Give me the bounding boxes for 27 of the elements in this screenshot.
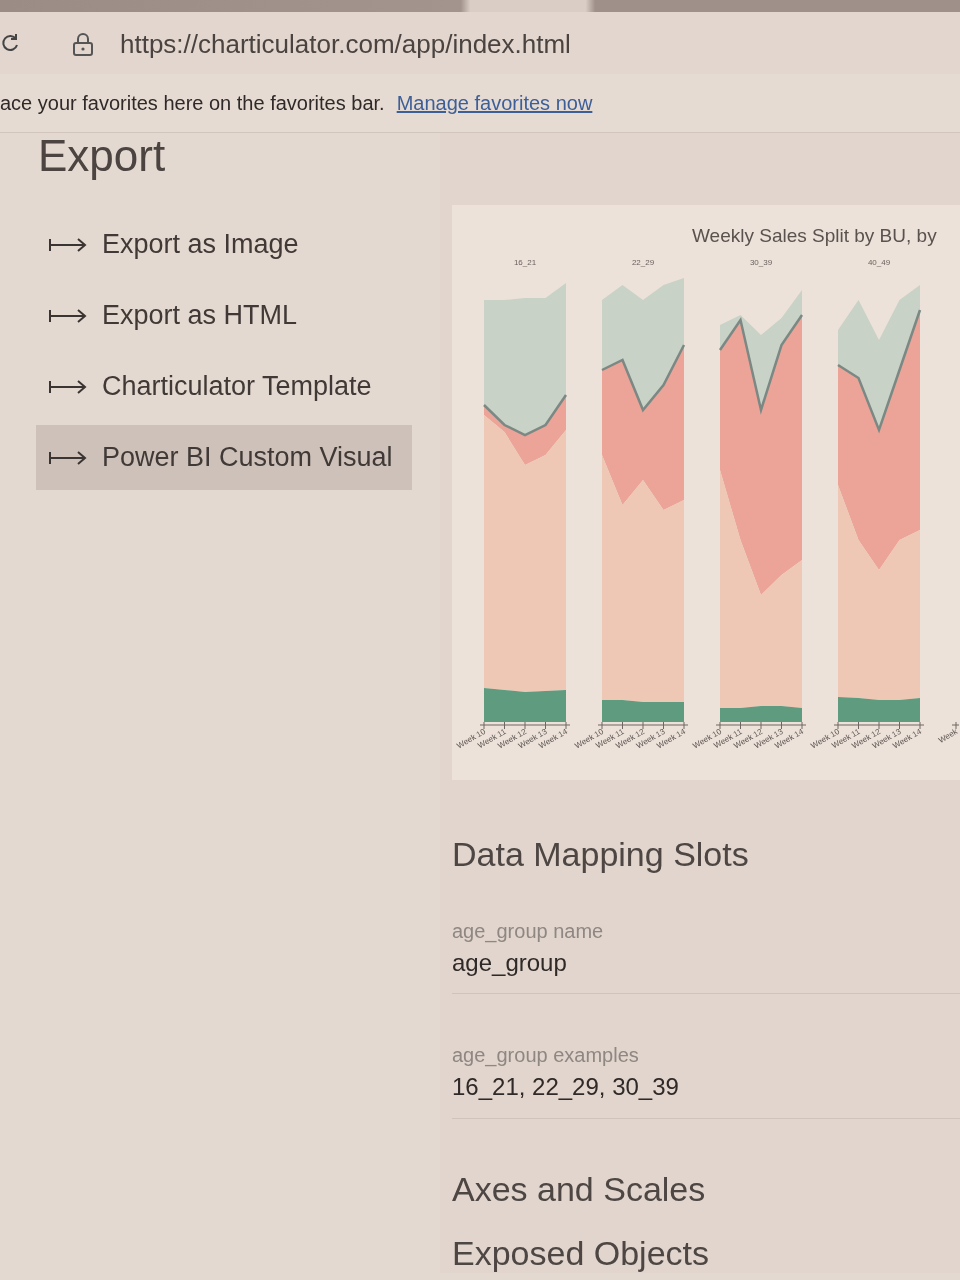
x-axis [951,721,960,730]
menu-item[interactable]: Charticulator Template [36,354,412,419]
section-title: Data Mapping Slots [452,834,750,874]
address-field[interactable]: https://charticulator.com/app/index.html [72,26,571,60]
lock-icon [72,32,94,56]
section-title: Exposed Objects [452,1233,711,1273]
panel-label: 16_21 [513,258,537,267]
chart-title: Weekly Sales Split by BU, by [692,225,937,246]
field-label: age_group examples [452,1043,640,1068]
section-title: Axes and Scales [452,1169,707,1209]
panel-label: 22_29 [631,258,655,267]
field-value: 16_21, 22_29, 30_39 [452,1072,680,1102]
panel-title: Export [38,133,166,179]
panel-label: 30_39 [749,258,773,267]
arrow-icon [48,235,88,254]
manage-favorites-link[interactable]: Manage favorites now [396,91,593,115]
field-label: age_group name [452,919,605,944]
panel-label: 40_49 [867,258,891,267]
arrow-icon [48,448,88,467]
menu-item[interactable]: Export as Image [36,212,412,277]
arrow-icon [48,306,88,325]
field-value: age_group [452,948,568,978]
arrow-icon [48,377,88,396]
menu-item[interactable]: Export as HTML [36,283,412,348]
favorites-bar-message: ace your favorites here on the favorites bar. [0,91,385,115]
menu-item[interactable]: Power BI Custom Visual [36,425,412,490]
reload-icon[interactable] [0,33,20,53]
